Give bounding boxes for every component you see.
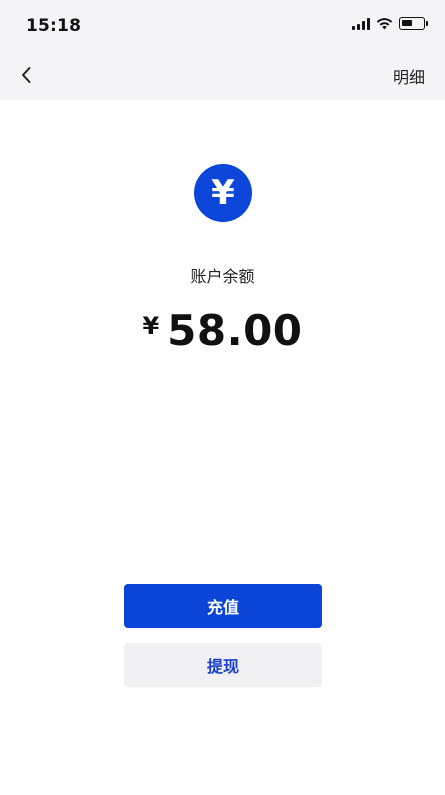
currency-symbol: ¥ [142,312,160,340]
balance-label: 账户余额 [190,267,255,286]
withdraw-button[interactable]: 提现 [124,643,322,687]
wifi-icon [376,18,393,30]
battery-level-fill [402,20,412,26]
balance-amount: 58.00 [167,306,303,355]
battery-icon [399,17,428,30]
yen-coin-symbol: ¥ [211,173,235,213]
status-bar: 15:18 [0,0,445,52]
balance-amount-row: ¥ 58.00 [0,306,445,355]
navigation-bar: 明细 [0,52,445,100]
chevron-left-icon [22,67,31,83]
status-icons [352,17,428,30]
detail-link[interactable]: 明细 [393,64,425,88]
top-header-area: 15:18 明细 [0,0,445,100]
status-time: 15:18 [26,16,82,36]
yen-coin-icon: ¥ [194,164,252,222]
cellular-signal-icon [352,17,370,30]
back-button[interactable] [14,60,38,90]
recharge-button[interactable]: 充值 [124,584,322,628]
